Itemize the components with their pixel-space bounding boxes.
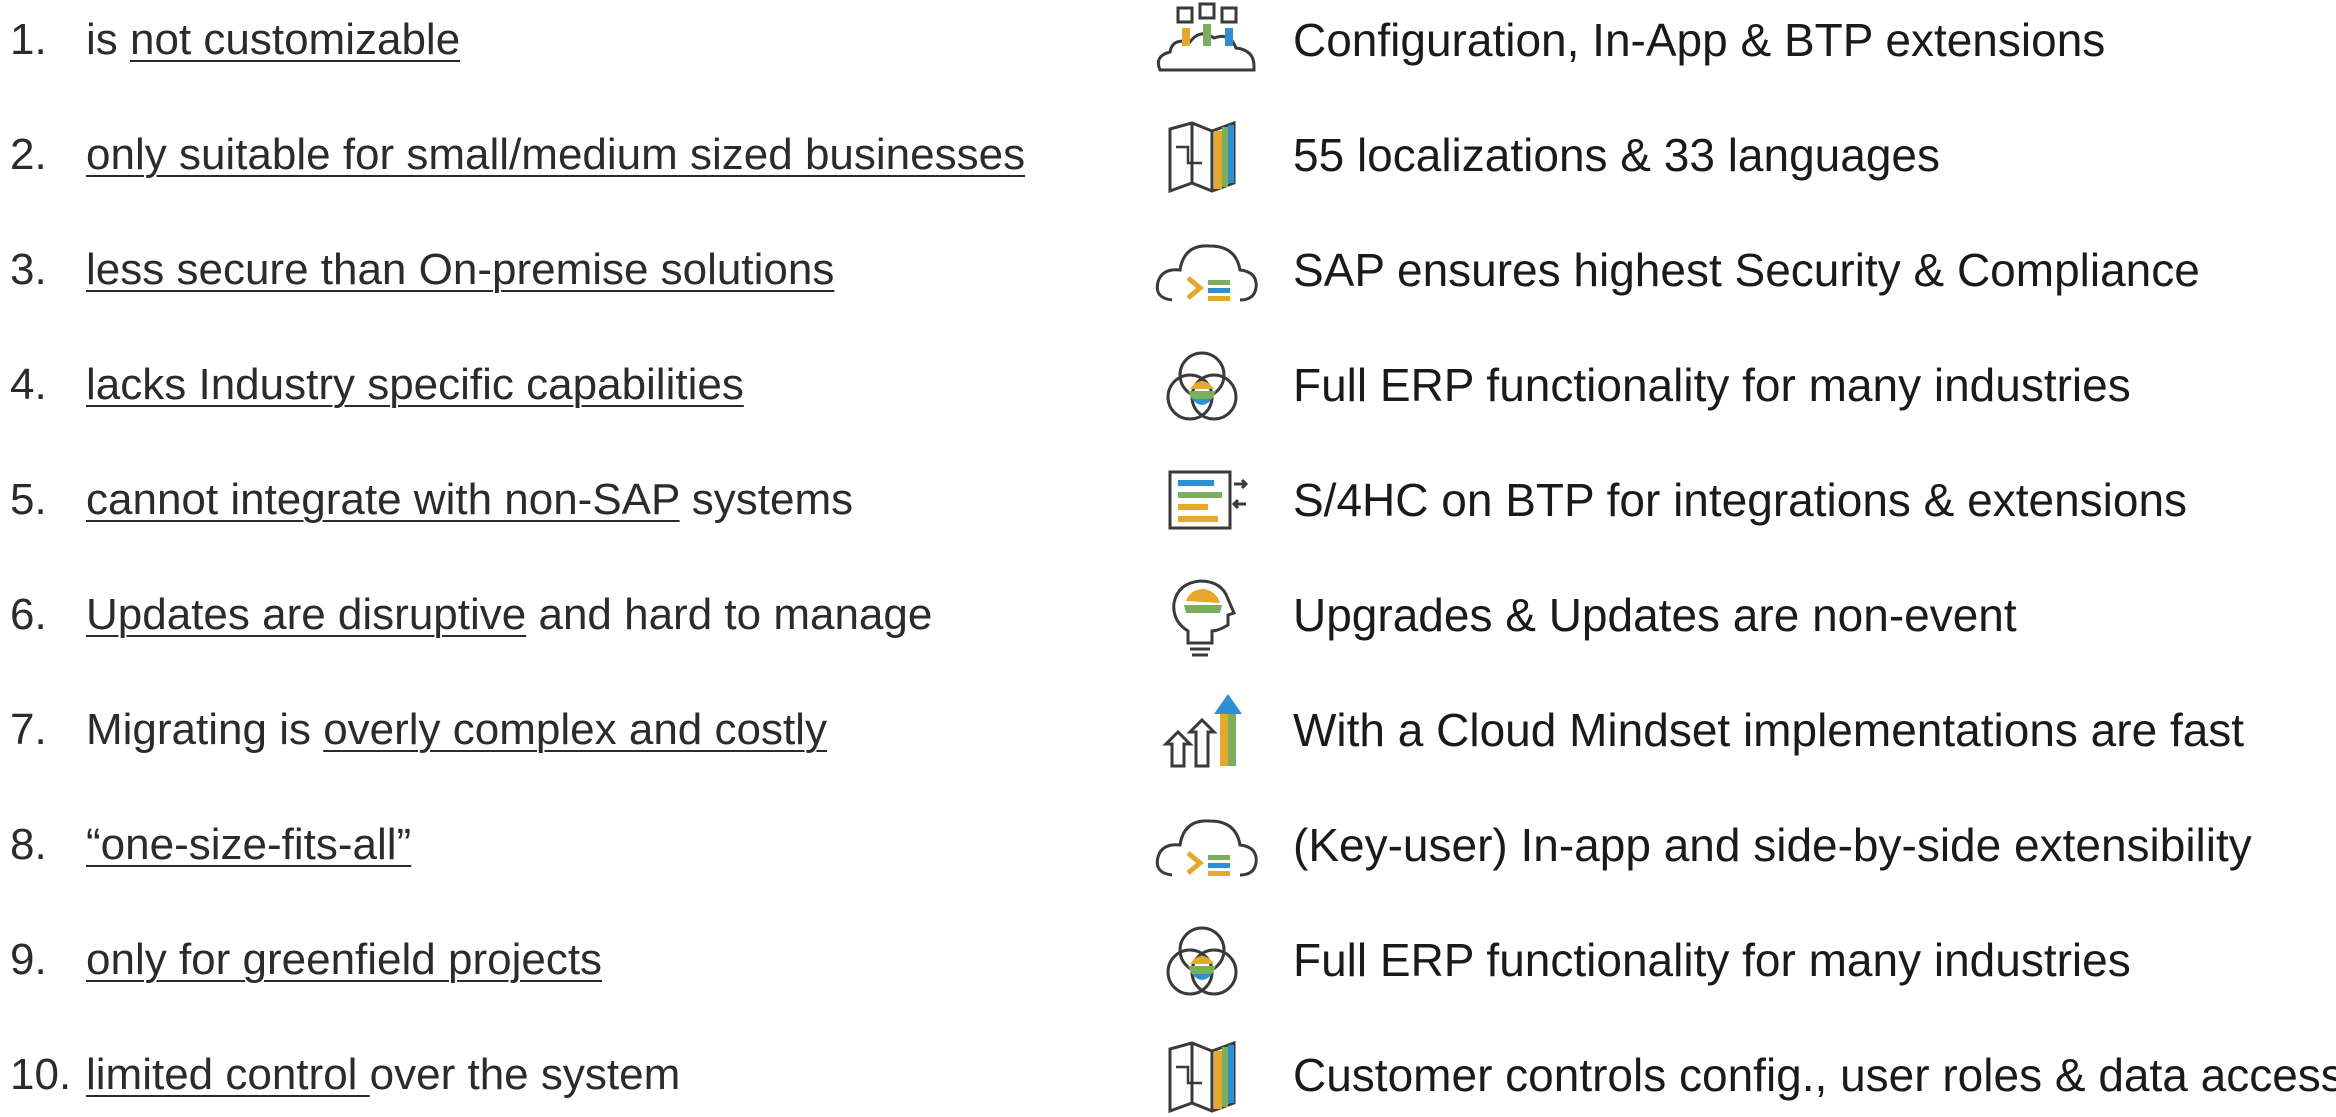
myth-row: 7. Migrating is overly complex and costly… xyxy=(0,690,2336,770)
fact-text: Customer controls config., user roles & … xyxy=(1293,1049,2336,1101)
claim-underlined-text: cannot integrate with non-SAP xyxy=(86,475,680,524)
myth-claim: only suitable for small/medium sized bus… xyxy=(86,115,1025,195)
myth-claim: “one-size-fits-all” xyxy=(86,805,411,885)
cloud-command-icon xyxy=(1155,819,1258,877)
myth-number: 10. xyxy=(10,1050,72,1099)
myth-row: 1. is not customizable Configuration, In-… xyxy=(0,0,2336,80)
myth-claim: lacks Industry specific capabilities xyxy=(86,345,744,425)
myth-row: 2. only suitable for small/medium sized b… xyxy=(0,115,2336,195)
localization-map-icon xyxy=(1168,120,1236,194)
claim-underlined-text: only for greenfield projects xyxy=(86,935,603,984)
myth-number: 4. xyxy=(10,360,47,409)
myth-claim: limited control over the system xyxy=(86,1035,680,1115)
myth-number: 1. xyxy=(10,15,47,64)
fact-text: Full ERP functionality for many industri… xyxy=(1293,934,2131,986)
claim-text: is xyxy=(86,15,130,64)
claim-underlined-text: lacks Industry specific capabilities xyxy=(86,360,744,409)
myth-number: 5. xyxy=(10,475,47,524)
myth-row: 4. lacks Industry specific capabilities F… xyxy=(0,345,2336,425)
claim-text: systems xyxy=(679,475,854,524)
myth-number: 6. xyxy=(10,590,47,639)
myth-claim: Updates are disruptive and hard to manag… xyxy=(86,575,932,655)
fact-text: With a Cloud Mindset implementations are… xyxy=(1293,704,2245,756)
myth-number: 3. xyxy=(10,245,47,294)
claim-underlined-text: less secure than On-premise solutions xyxy=(86,245,835,294)
growth-arrows-icon xyxy=(1162,694,1242,768)
myth-row: 9. only for greenfield projects Full ERP … xyxy=(0,920,2336,1000)
cloud-command-icon xyxy=(1155,244,1258,302)
claim-text: over the system xyxy=(369,1050,681,1099)
cloud-apps-icon xyxy=(1156,2,1256,72)
myth-row: 10. limited control over the system Custo… xyxy=(0,1035,2336,1115)
myth-claim: only for greenfield projects xyxy=(86,920,602,1000)
myth-number: 8. xyxy=(10,820,47,869)
myth-row: 5. cannot integrate with non-SAP systems … xyxy=(0,460,2336,540)
myth-claim: less secure than On-premise solutions xyxy=(86,230,834,310)
myth-row: 6. Updates are disruptive and hard to man… xyxy=(0,575,2336,657)
claim-underlined-text: Updates are disruptive xyxy=(86,590,527,639)
myth-number: 9. xyxy=(10,935,47,984)
lightbulb-head-icon xyxy=(1172,579,1237,657)
fact-text: S/4HC on BTP for integrations & extensio… xyxy=(1293,474,2188,526)
claim-underlined-text: only suitable for small/medium sized bus… xyxy=(86,130,1026,179)
myth-claim: Migrating is overly complex and costly xyxy=(86,690,827,770)
myth-row: 3. less secure than On-premise solutions … xyxy=(0,230,2336,310)
fact-text: Configuration, In-App & BTP extensions xyxy=(1293,14,2106,66)
claim-text: Migrating is xyxy=(86,705,324,754)
myth-claim: cannot integrate with non-SAP systems xyxy=(86,460,853,540)
myth-row: 8. “one-size-fits-all” (Key-user) In-app … xyxy=(0,805,2336,885)
fact-text: Upgrades & Updates are non-event xyxy=(1293,589,2017,641)
claim-underlined-text: overly complex and costly xyxy=(323,705,827,754)
localization-map-icon xyxy=(1168,1040,1236,1114)
claim-underlined-text: not customizable xyxy=(130,15,461,64)
venn-diagram-icon xyxy=(1166,351,1238,421)
fact-text: (Key-user) In-app and side-by-side exten… xyxy=(1293,819,2252,871)
claim-text: and hard to manage xyxy=(526,590,933,639)
claim-underlined-text: limited control xyxy=(86,1050,370,1099)
fact-text: SAP ensures highest Security & Complianc… xyxy=(1293,244,2200,296)
integration-list-icon xyxy=(1168,470,1249,530)
claim-underlined-text: “one-size-fits-all” xyxy=(86,820,412,869)
venn-diagram-icon xyxy=(1166,926,1238,996)
myth-number: 2. xyxy=(10,130,47,179)
fact-text: Full ERP functionality for many industri… xyxy=(1293,359,2131,411)
myth-number: 7. xyxy=(10,705,47,754)
fact-text: 55 localizations & 33 languages xyxy=(1293,129,1941,181)
myth-claim: is not customizable xyxy=(86,0,460,80)
